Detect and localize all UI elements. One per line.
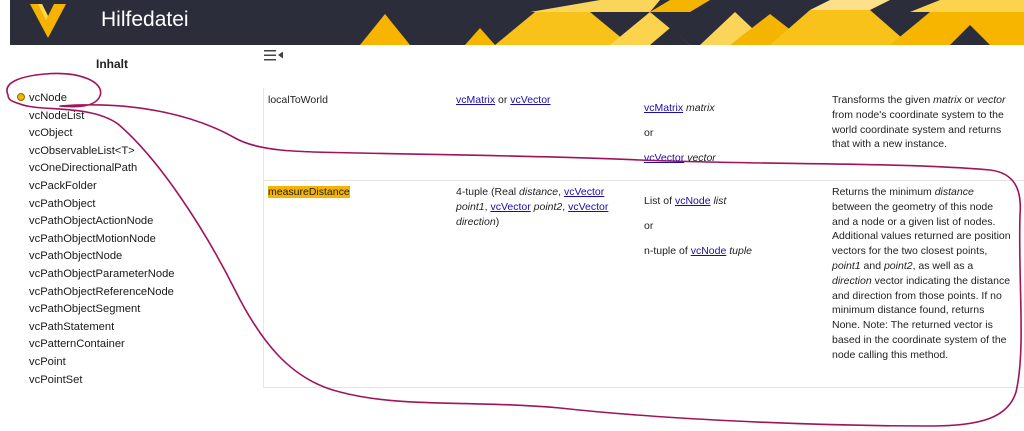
v-logo-icon <box>30 2 66 45</box>
sidebar: Inhalt vcNode vcNodeList vcObject vcObse… <box>0 45 250 431</box>
sidebar-item-vcpathobjectmotionnode[interactable]: vcPathObjectMotionNode <box>29 231 175 249</box>
sidebar-item-vcobservablelist[interactable]: vcObservableList<T> <box>29 143 175 161</box>
link-vcmatrix[interactable]: vcMatrix <box>644 102 683 114</box>
description-cell: Transforms the given matrix or vector fr… <box>832 93 1012 152</box>
return-text: ) <box>495 215 500 228</box>
sidebar-item-vcpoint[interactable]: vcPoint <box>29 354 175 372</box>
desc-em: direction <box>832 274 872 287</box>
desc-text: Returns the minimum <box>832 186 935 198</box>
sidebar-item-vcpathobjectreferencenode[interactable]: vcPathObjectReferenceNode <box>29 284 175 302</box>
contents-list: vcNode vcNodeList vcObject vcObservableL… <box>29 90 175 389</box>
return-em: distance <box>519 186 559 198</box>
desc-text: from node's coordinate system to the wor… <box>832 108 1004 151</box>
return-text: 4-tuple (Real <box>456 186 520 198</box>
desc-text: or <box>961 94 977 106</box>
header-bar: Hilfedatei <box>10 0 1024 45</box>
param-text: List of <box>644 195 675 207</box>
sidebar-item-vcpathobjectparameternode[interactable]: vcPathObjectParameterNode <box>29 266 175 284</box>
desc-text: and <box>860 259 884 272</box>
link-vcvector[interactable]: vcVector <box>510 94 550 106</box>
desc-em: point2 <box>883 259 913 272</box>
active-item-indicator-icon <box>17 93 25 101</box>
param-name: list <box>713 195 727 207</box>
app-title: Hilfedatei <box>101 8 189 31</box>
params-cell: n-tuple of vcNode tuple <box>644 244 819 259</box>
row-separator <box>263 180 1024 181</box>
link-vcvector[interactable]: vcVector <box>490 201 530 213</box>
sidebar-item-vcpathstatement[interactable]: vcPathStatement <box>29 319 175 337</box>
param-name: vector <box>687 152 716 164</box>
param-text: n-tuple of <box>644 245 691 257</box>
return-type-cell: vcMatrix or vcVector <box>456 93 626 108</box>
params-cell: List of vcNode list <box>644 194 819 209</box>
desc-text: , as well as a <box>912 259 974 272</box>
sidebar-item-vcpathobjectsegment[interactable]: vcPathObjectSegment <box>29 301 175 319</box>
sidebar-item-vcpatterncontainer[interactable]: vcPatternContainer <box>29 336 175 354</box>
method-name-measuredistance: measureDistance <box>268 185 350 200</box>
sidebar-item-vconedirectionalpath[interactable]: vcOneDirectionalPath <box>29 160 175 178</box>
sidebar-item-vcobject[interactable]: vcObject <box>29 125 175 143</box>
desc-em: point1 <box>832 259 861 272</box>
sidebar-item-vcpackfolder[interactable]: vcPackFolder <box>29 178 175 196</box>
or-text: or <box>644 220 654 232</box>
desc-text: Transforms the given <box>832 94 934 106</box>
link-vcvector[interactable]: vcVector <box>564 186 604 198</box>
sidebar-item-vcpathobjectactionnode[interactable]: vcPathObjectActionNode <box>29 213 175 231</box>
param-name: tuple <box>729 245 753 257</box>
sidebar-item-vcpathobjectnode[interactable]: vcPathObjectNode <box>29 248 175 266</box>
link-vcmatrix[interactable]: vcMatrix <box>456 94 495 106</box>
sidebar-title: Inhalt <box>96 57 128 71</box>
return-em: point1 <box>456 200 485 213</box>
params-cell: vcMatrix matrix <box>644 101 814 116</box>
hamburger-collapse-icon[interactable] <box>263 48 287 64</box>
description-cell: Returns the minimum distance between the… <box>832 185 1012 363</box>
row-separator <box>263 387 1024 388</box>
params-cell: vcVector vector <box>644 151 814 166</box>
param-name: matrix <box>686 102 715 114</box>
desc-text: between the geometry of this node and a … <box>832 200 1011 258</box>
desc-em: distance <box>934 186 974 198</box>
return-type-cell: 4-tuple (Real distance, vcVector point1, … <box>456 185 636 229</box>
link-vcnode[interactable]: vcNode <box>675 195 711 207</box>
link-vcvector[interactable]: vcVector <box>568 201 608 213</box>
desc-em: vector <box>976 94 1006 106</box>
sidebar-item-vcnodelist[interactable]: vcNodeList <box>29 108 175 126</box>
desc-text: vector indicating the distance and direc… <box>832 274 1011 361</box>
sidebar-item-vcpathobject[interactable]: vcPathObject <box>29 196 175 214</box>
link-vcvector[interactable]: vcVector <box>644 152 684 164</box>
or-text: or <box>498 94 508 106</box>
method-name-localtoworld: localToWorld <box>268 94 328 106</box>
or-text: or <box>644 127 654 139</box>
sidebar-item-vcpointset[interactable]: vcPointSet <box>29 372 175 390</box>
search-highlight: measureDistance <box>268 186 350 198</box>
return-em: direction <box>456 215 496 228</box>
sidebar-item-vcnode[interactable]: vcNode <box>29 90 175 108</box>
link-vcnode[interactable]: vcNode <box>691 245 727 257</box>
return-em: point2 <box>533 200 563 213</box>
desc-em: matrix <box>933 94 962 106</box>
